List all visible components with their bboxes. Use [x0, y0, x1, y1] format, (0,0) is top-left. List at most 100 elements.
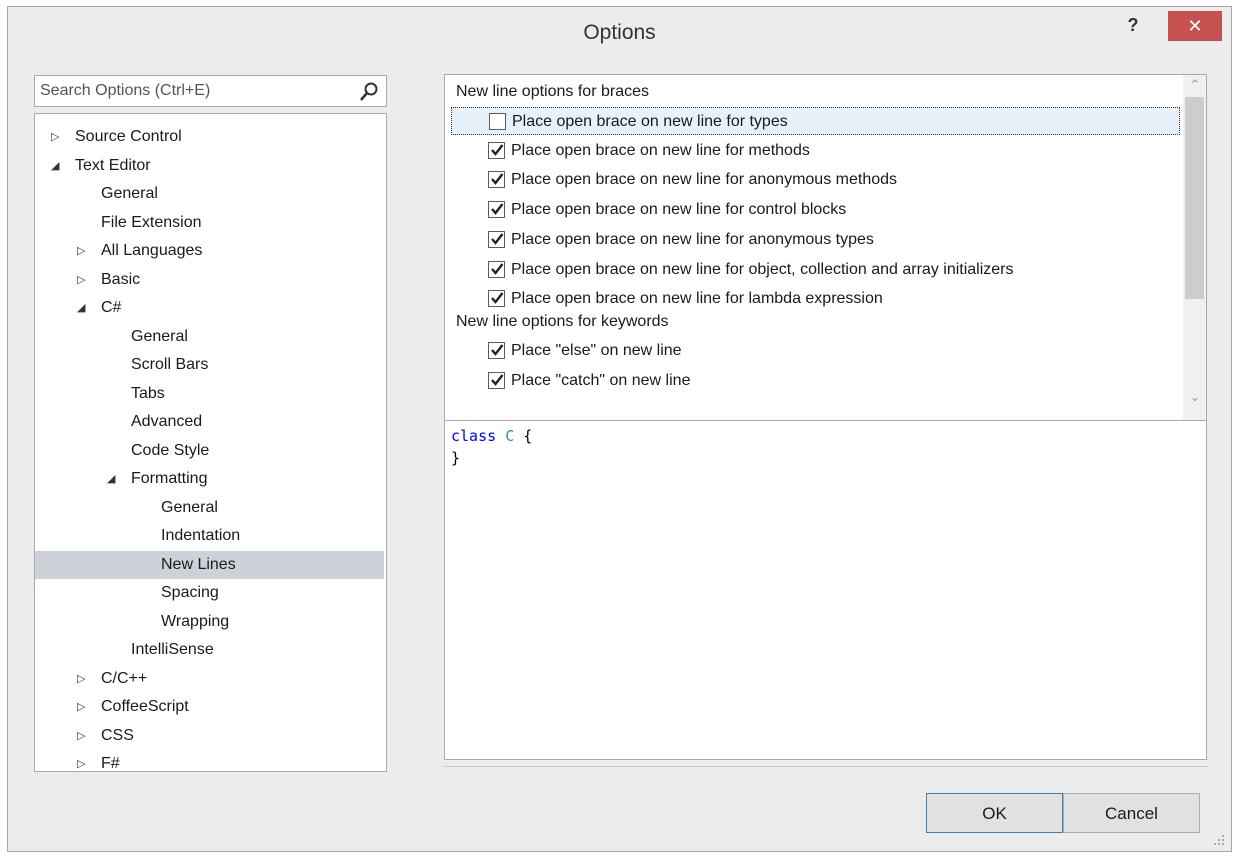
- tree-item-label: General: [131, 327, 188, 345]
- ok-button[interactable]: OK: [926, 793, 1063, 833]
- tree-item[interactable]: ▷ F#: [35, 750, 384, 772]
- tree-item-label: CoffeeScript: [101, 698, 189, 715]
- search-box: [34, 75, 387, 107]
- expand-arrow-icon[interactable]: ▷: [77, 665, 85, 693]
- checkbox[interactable]: [488, 171, 505, 189]
- collapse-arrow-icon[interactable]: ◢: [107, 465, 115, 493]
- tree-item[interactable]: General: [35, 494, 384, 522]
- checkbox[interactable]: [488, 201, 505, 219]
- options-scroll-thumb[interactable]: [1185, 97, 1204, 299]
- tree-item[interactable]: ◢ Formatting: [35, 465, 384, 493]
- tree-item[interactable]: General: [35, 180, 384, 208]
- expand-arrow-icon[interactable]: ▷: [77, 237, 85, 265]
- option-row[interactable]: Place open brace on new line for anonymo…: [451, 226, 1180, 254]
- option-row[interactable]: Place open brace on new line for types: [451, 107, 1180, 135]
- resize-grip-icon[interactable]: [1213, 834, 1225, 846]
- search-icon[interactable]: [358, 81, 380, 103]
- tree-item-label: Spacing: [161, 584, 219, 601]
- checkbox[interactable]: [488, 141, 505, 159]
- tree-item[interactable]: IntelliSense: [35, 636, 384, 664]
- tree-item[interactable]: Spacing: [35, 579, 384, 607]
- checkbox[interactable]: [489, 113, 506, 130]
- tree-item[interactable]: ◢ C#: [35, 294, 384, 322]
- tree-item-label: Code Style: [131, 441, 210, 459]
- options-tree: ▷ Source Control ◢ Text Editor General File E…: [34, 113, 387, 772]
- preview-type-name: C: [505, 427, 515, 445]
- expand-arrow-icon[interactable]: ▷: [77, 722, 85, 750]
- tree-item[interactable]: ▷ C/C++: [35, 665, 384, 693]
- preview-close-brace: }: [451, 449, 461, 467]
- checkbox[interactable]: [488, 342, 505, 359]
- search-input[interactable]: [35, 76, 365, 106]
- tree-item[interactable]: ▷ CoffeeScript: [35, 693, 384, 721]
- option-label: Place open brace on new line for control…: [511, 201, 847, 219]
- checkbox[interactable]: [488, 230, 505, 248]
- expand-arrow-icon[interactable]: ▷: [77, 693, 85, 721]
- tree-item-label: Advanced: [131, 413, 203, 430]
- checkbox[interactable]: [488, 260, 505, 278]
- checkmark-icon: [491, 373, 504, 386]
- option-row[interactable]: Place open brace on new line for object,…: [451, 256, 1180, 284]
- new-lines-options-list: New line options for braces Place open b…: [444, 74, 1207, 421]
- chevron-up-icon[interactable]: ⌃: [386, 118, 387, 134]
- tree-item-label: New Lines: [161, 555, 236, 573]
- option-row[interactable]: Place open brace on new line for control…: [451, 196, 1180, 224]
- option-label: Place open brace on new line for anonymo…: [511, 230, 874, 248]
- tree-item[interactable]: ▷ Basic: [35, 266, 384, 294]
- options-scrollbar[interactable]: ⌃ ⌄: [1183, 75, 1206, 420]
- option-row[interactable]: Place "else" on new line: [451, 337, 1180, 365]
- tree-item-label: C#: [101, 299, 122, 316]
- tree-item[interactable]: New Lines: [35, 550, 384, 579]
- tree-item-label: Scroll Bars: [131, 356, 209, 373]
- option-row[interactable]: Place open brace on new line for methods: [451, 137, 1180, 165]
- tree-scrollbar[interactable]: ⌃ ⌄: [386, 114, 387, 771]
- tree-item-label: General: [161, 498, 218, 516]
- expand-arrow-icon[interactable]: ▷: [77, 750, 85, 771]
- tree-item[interactable]: ◢ Text Editor: [35, 152, 384, 180]
- collapse-arrow-icon[interactable]: ◢: [77, 294, 85, 322]
- tree-item[interactable]: File Extension: [35, 209, 384, 237]
- close-button[interactable]: ✕: [1168, 11, 1222, 41]
- braces-section-header: New line options for braces: [456, 83, 649, 100]
- collapse-arrow-icon[interactable]: ◢: [51, 152, 59, 180]
- option-label: Place open brace on new line for anonymo…: [511, 171, 898, 189]
- preview-line-2: }: [451, 447, 1200, 469]
- chevron-down-icon[interactable]: ⌄: [1183, 389, 1206, 405]
- divider: [444, 766, 1209, 767]
- tree-item[interactable]: Code Style: [35, 437, 384, 465]
- checkmark-icon: [491, 173, 504, 186]
- checkbox[interactable]: [488, 290, 505, 308]
- tree-item-label: Wrapping: [161, 612, 230, 630]
- tree-item[interactable]: General: [35, 323, 384, 351]
- tree-item[interactable]: ▷ CSS: [35, 722, 384, 750]
- option-row[interactable]: Place open brace on new line for anonymo…: [451, 166, 1180, 194]
- tree-item[interactable]: Advanced: [35, 408, 384, 436]
- option-label: Place open brace on new line for object,…: [511, 260, 1014, 278]
- tree-item[interactable]: Tabs: [35, 380, 384, 408]
- checkmark-icon: [491, 143, 504, 156]
- dialog-title: Options: [583, 21, 656, 44]
- chevron-up-icon[interactable]: ⌃: [1183, 77, 1206, 93]
- option-row[interactable]: Place "catch" on new line: [451, 367, 1180, 395]
- option-label: Place open brace on new line for types: [512, 113, 788, 130]
- expand-arrow-icon[interactable]: ▷: [51, 123, 59, 151]
- tree-item[interactable]: Indentation: [35, 522, 384, 550]
- tree-item[interactable]: Wrapping: [35, 608, 384, 636]
- tree-item-label: Text Editor: [75, 156, 151, 174]
- option-label: Place "else" on new line: [511, 342, 682, 359]
- tree-item-label: General: [101, 185, 158, 202]
- tree-item-label: Basic: [101, 270, 141, 288]
- tree-item-label: Formatting: [131, 470, 208, 487]
- expand-arrow-icon[interactable]: ▷: [77, 266, 85, 294]
- tree-item-label: F#: [101, 755, 120, 772]
- tree-item[interactable]: Scroll Bars: [35, 351, 384, 379]
- chevron-down-icon[interactable]: ⌄: [386, 742, 387, 758]
- option-label: Place "catch" on new line: [511, 371, 691, 389]
- tree-item[interactable]: ▷ All Languages: [35, 237, 384, 265]
- help-button[interactable]: ?: [1118, 13, 1148, 37]
- tree-item-label: Source Control: [75, 128, 182, 145]
- cancel-button[interactable]: Cancel: [1063, 793, 1200, 833]
- checkbox[interactable]: [488, 371, 505, 389]
- tree-item[interactable]: ▷ Source Control: [35, 123, 384, 151]
- options-dialog: Options ? ✕ ▷ Source Control ◢ Text Editor G…: [7, 6, 1232, 852]
